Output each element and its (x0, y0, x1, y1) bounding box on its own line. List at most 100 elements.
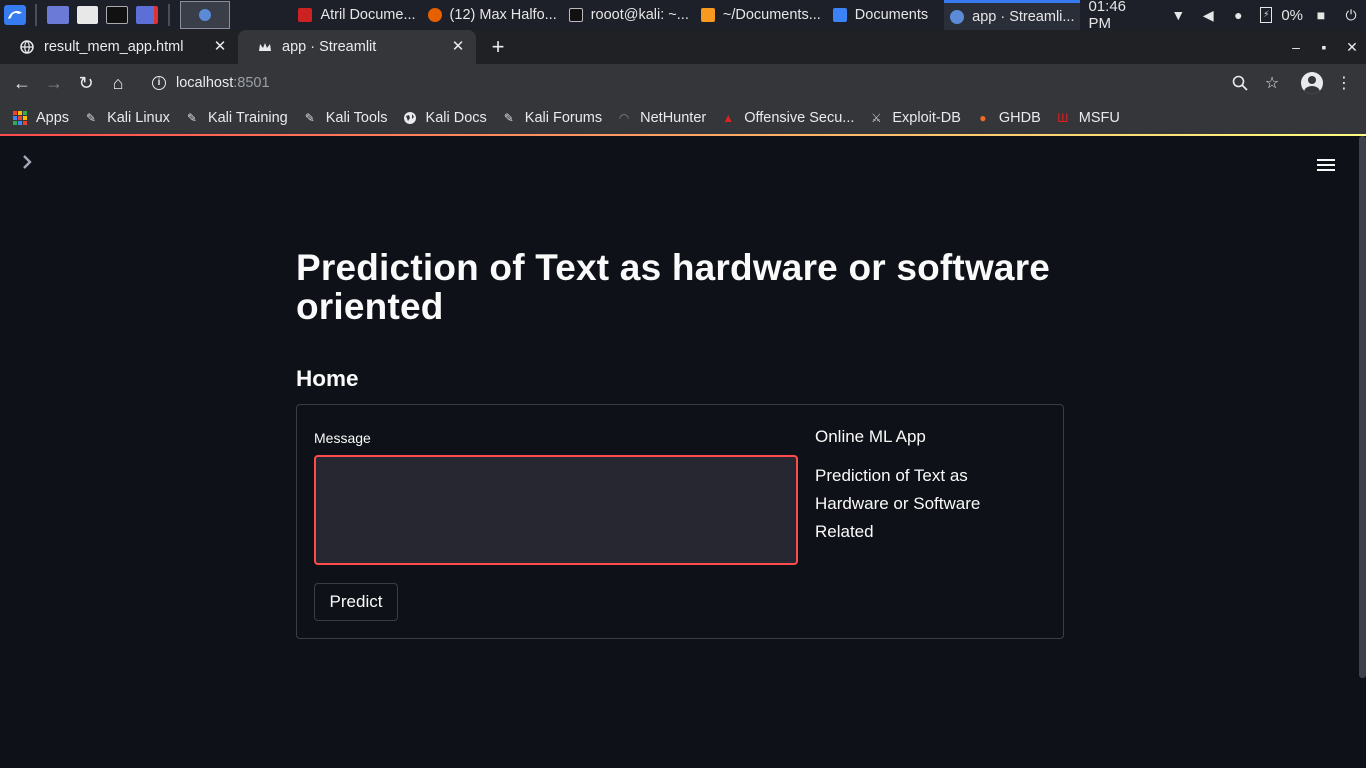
task-streamlit[interactable]: app · Streamli... (944, 0, 1081, 30)
kali-dragon-icon: ✎ (304, 111, 315, 125)
power-icon[interactable]: ⏻ (1343, 7, 1359, 23)
site-info-icon[interactable]: i (152, 76, 166, 90)
bookmark-star-icon[interactable]: ☆ (1256, 67, 1288, 99)
kali-dragon-icon: ✎ (503, 111, 514, 125)
bookmark-label: Kali Docs (425, 110, 487, 126)
forward-arrow-icon[interactable]: → (38, 67, 70, 99)
zoom-icon[interactable] (1224, 67, 1256, 99)
bookmark-exploit-db[interactable]: ⚔ Exploit-DB (868, 110, 961, 126)
offsec-icon: ▲ (722, 111, 735, 125)
task-firefox[interactable]: (12) Max Halfo... (422, 0, 563, 30)
section-subheader: Home (296, 366, 359, 391)
app-info-description: Prediction of Text as Hardware or Softwa… (815, 466, 981, 541)
battery-icon[interactable]: ⚡ (1260, 7, 1273, 23)
url-host: localhost (176, 75, 234, 91)
apps-grid-icon (12, 110, 28, 126)
back-arrow-icon[interactable]: ← (6, 67, 38, 99)
task-terminal[interactable]: rooot@kali: ~... (563, 0, 695, 30)
main-content: Prediction of Text as hardware or softwa… (296, 248, 1064, 639)
globe-icon (402, 110, 418, 126)
bookmark-label: MSFU (1078, 110, 1120, 126)
new-tab-button[interactable]: + (484, 33, 512, 61)
tab-streamlit-app[interactable]: app · Streamlit ✕ (238, 30, 476, 64)
sublime-icon (700, 8, 715, 22)
bookmarks-bar: Apps ✎ Kali Linux ✎ Kali Training ✎ Kali To… (0, 102, 1366, 134)
chrome-icon (950, 9, 965, 24)
hamburger-menu-icon[interactable] (1314, 156, 1338, 174)
bookmark-label: NetHunter (640, 110, 707, 126)
maximize-icon[interactable]: ▪ (1310, 39, 1338, 55)
bookmark-ghdb[interactable]: ● GHDB (975, 110, 1041, 126)
task-sublime[interactable]: ~/Documents... (695, 0, 827, 30)
task-label: rooot@kali: ~... (590, 7, 689, 23)
bookmark-offensive-security[interactable]: ▲ Offensive Secu... (720, 110, 854, 126)
notification-bell-icon[interactable]: ● (1230, 7, 1246, 23)
wifi-icon[interactable]: ▼ (1170, 7, 1186, 23)
home-icon[interactable]: ⌂ (102, 67, 134, 99)
bookmark-msfu[interactable]: Ш MSFU (1055, 110, 1120, 126)
close-tab-icon[interactable]: ✕ (450, 39, 466, 55)
url-port: :8501 (233, 75, 270, 91)
msfu-icon: Ш (1057, 111, 1069, 125)
minimize-icon[interactable]: – (1282, 39, 1310, 55)
browser-toolbar: ← → ↻ ⌂ i localhost:8501 ☆ ⋮ (0, 64, 1366, 102)
bookmark-kali-docs[interactable]: Kali Docs (402, 110, 487, 126)
bookmark-label: Exploit-DB (892, 110, 961, 126)
taskbar-separator (167, 4, 170, 26)
pdf-icon (298, 8, 313, 22)
profile-avatar[interactable] (1296, 67, 1328, 99)
reload-icon[interactable]: ↻ (70, 67, 102, 99)
decoration-line (0, 134, 1366, 136)
message-label: Message (314, 430, 371, 446)
page-title: Prediction of Text as hardware or softwa… (296, 247, 1051, 327)
close-window-icon[interactable]: ✕ (1338, 39, 1366, 56)
task-label: Atril Docume... (320, 7, 416, 23)
close-tab-icon[interactable]: ✕ (212, 39, 228, 55)
task-label: (12) Max Halfo... (449, 7, 557, 23)
task-label: app · Streamli... (972, 8, 1075, 25)
page-scrollbar[interactable] (1359, 136, 1366, 678)
chrome-icon (198, 9, 211, 21)
bookmark-label: Kali Linux (107, 110, 170, 126)
prediction-form: Message Predict Online ML App Prediction… (296, 404, 1064, 639)
show-desktop-icon[interactable] (47, 6, 69, 24)
address-bar[interactable]: i localhost:8501 (134, 68, 1224, 98)
streamlit-crown-icon (258, 40, 272, 54)
toolbar-actions: ☆ ⋮ (1224, 67, 1366, 99)
os-taskbar: Atril Docume... (12) Max Halfo... rooot@… (0, 0, 1366, 32)
bookmark-label: Kali Forums (524, 110, 603, 126)
terminal-icon (568, 8, 583, 22)
task-documents[interactable]: Documents (827, 0, 934, 30)
firefox-icon (427, 8, 442, 22)
terminal-icon[interactable] (106, 6, 128, 24)
volume-icon[interactable]: ◀ (1200, 7, 1216, 23)
bookmark-label: Kali Training (207, 110, 288, 126)
bookmark-kali-forums[interactable]: ✎ Kali Forums (501, 110, 602, 126)
task-label: ~/Documents... (722, 7, 821, 23)
kali-menu-icon[interactable] (0, 0, 29, 30)
app-info-column: Online ML App Prediction of Text as Hard… (815, 426, 1035, 546)
screen-recorder-icon[interactable] (135, 6, 158, 24)
bookmark-kali-tools[interactable]: ✎ Kali Tools (302, 110, 388, 126)
bookmark-nethunter[interactable]: ◠ NetHunter (616, 110, 706, 126)
kebab-menu-icon[interactable]: ⋮ (1328, 67, 1360, 99)
clock[interactable]: 01:46 PM (1088, 0, 1151, 32)
tab-label: result_mem_app.html (44, 39, 184, 55)
lock-icon[interactable]: ■ (1313, 7, 1329, 23)
tab-result-mem-app[interactable]: result_mem_app.html ✕ (0, 30, 238, 64)
avatar-icon (1301, 72, 1323, 94)
message-textarea[interactable] (314, 455, 798, 565)
bookmark-kali-training[interactable]: ✎ Kali Training (184, 110, 288, 126)
folder-icon (832, 8, 847, 22)
kali-dragon-icon: ✎ (86, 111, 97, 125)
file-manager-icon[interactable] (76, 6, 99, 24)
battery-percent: 0% (1281, 6, 1303, 24)
predict-button[interactable]: Predict (314, 583, 398, 621)
taskbar-separator (35, 4, 38, 26)
task-atril[interactable]: Atril Docume... (292, 0, 421, 30)
workspace-switcher[interactable] (179, 1, 231, 29)
sidebar-expand-chevron-icon[interactable] (20, 154, 40, 174)
bookmark-kali-linux[interactable]: ✎ Kali Linux (83, 110, 170, 126)
bookmark-apps[interactable]: Apps (12, 110, 69, 126)
tab-label: app · Streamlit (282, 39, 377, 55)
